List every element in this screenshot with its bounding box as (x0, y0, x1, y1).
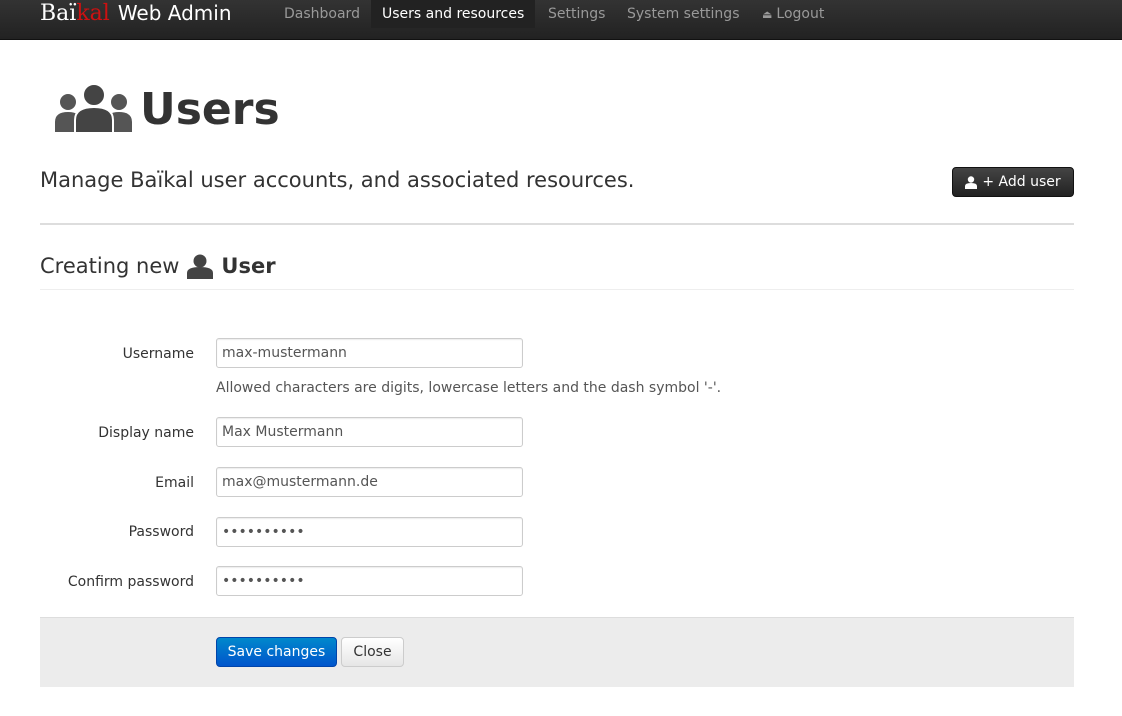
email-label: Email (155, 475, 194, 491)
password-label: Password (128, 524, 194, 540)
top-navbar: Baï kal Web Admin Dashboard Users and reso… (0, 0, 1122, 40)
nav-settings[interactable]: Settings (537, 0, 616, 28)
username-label: Username (122, 346, 194, 362)
form-heading-entity: User (221, 254, 276, 278)
user-icon (187, 254, 214, 279)
nav-logout[interactable]: ⏏ Logout (751, 0, 835, 28)
add-user-button[interactable]: + Add user (952, 167, 1074, 197)
divider (40, 289, 1074, 290)
brand-name-part1: Baï (40, 1, 77, 26)
confirm-password-input[interactable] (216, 566, 523, 596)
confirm-password-label: Confirm password (67, 574, 194, 590)
page-title: Users (140, 84, 280, 135)
nav-dashboard[interactable]: Dashboard (273, 0, 371, 28)
eject-icon: ⏏ (762, 8, 773, 21)
username-help-text: Allowed characters are digits, lowercase… (216, 380, 722, 396)
nav-users-and-resources[interactable]: Users and resources (371, 0, 536, 28)
save-changes-button[interactable]: Save changes (216, 637, 337, 667)
username-input[interactable] (216, 338, 523, 368)
nav-system-settings[interactable]: System settings (616, 0, 751, 28)
users-group-icon (55, 83, 132, 134)
page-description: Manage Baïkal user accounts, and associa… (40, 168, 635, 192)
form-heading-prefix: Creating new (40, 254, 180, 278)
display-name-label: Display name (98, 425, 194, 441)
divider (40, 223, 1074, 225)
form-actions-bar (40, 617, 1074, 687)
add-user-label: + Add user (982, 174, 1061, 190)
brand-subtitle: Web Admin (117, 1, 232, 25)
display-name-input[interactable] (216, 417, 523, 447)
password-input[interactable] (216, 517, 523, 547)
nav-logout-label: Logout (776, 6, 825, 22)
brand-logo[interactable]: Baï kal Web Admin (40, 1, 232, 31)
email-input[interactable] (216, 467, 523, 497)
close-button[interactable]: Close (341, 637, 404, 667)
brand-name-part2: kal (76, 1, 110, 26)
user-icon (965, 175, 978, 189)
form-heading: Creating new User (40, 252, 276, 280)
